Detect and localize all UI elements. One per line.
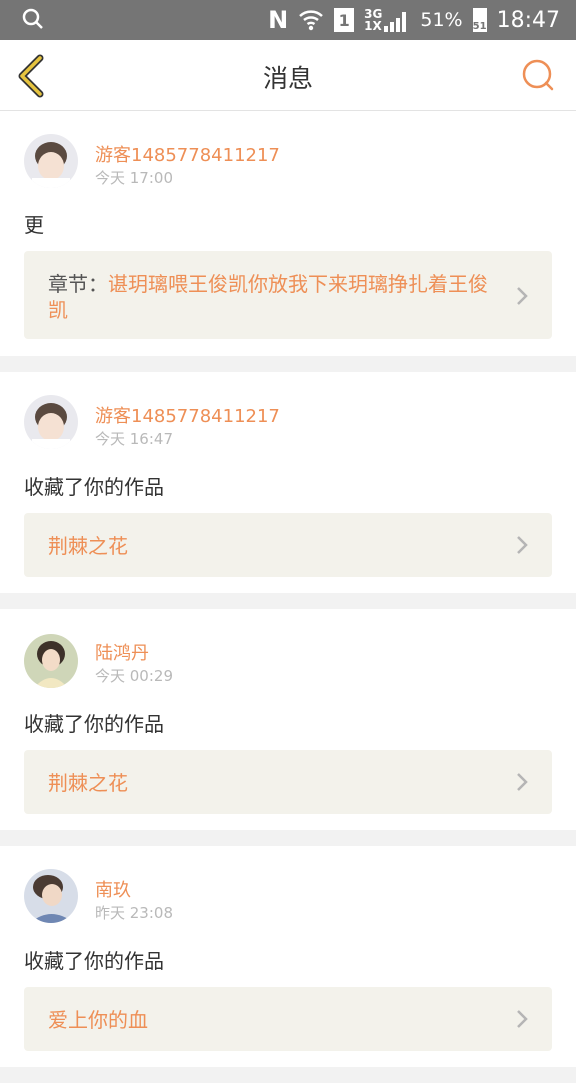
avatar[interactable] <box>24 634 78 688</box>
nfc-icon: N <box>268 6 289 34</box>
chat-bubble-icon <box>522 59 554 91</box>
message-card: 游客1485778411217 今天 16:47 收藏了你的作品 荆棘之花 <box>0 372 576 593</box>
work-link[interactable]: 荆棘之花 <box>24 750 552 814</box>
avatar[interactable] <box>24 869 78 923</box>
link-title: 爱上你的血 <box>48 1008 148 1032</box>
username[interactable]: 游客1485778411217 <box>95 141 280 167</box>
chat-bubble-button[interactable] <box>520 57 556 93</box>
search-icon <box>22 8 44 34</box>
link-title: 荆棘之花 <box>48 771 128 795</box>
message-text: 收藏了你的作品 <box>24 949 164 973</box>
message-card: 游客1485778411217 今天 17:00 更 章节：谌玥璃喂王俊凯你放我… <box>0 111 576 356</box>
wifi-icon <box>298 8 324 32</box>
timestamp: 今天 00:29 <box>95 667 173 685</box>
status-bar: N 1 3G 1X 51% 51 18:47 <box>0 0 576 40</box>
battery-level-label: 51 <box>472 21 487 32</box>
header: 消息 <box>0 40 576 111</box>
work-link[interactable]: 荆棘之花 <box>24 513 552 577</box>
link-title: 荆棘之花 <box>48 534 128 558</box>
chevron-right-icon <box>517 536 528 554</box>
chapter-link[interactable]: 章节：谌玥璃喂王俊凯你放我下来玥璃挣扎着王俊凯 <box>24 251 552 339</box>
link-prefix: 章节： <box>48 272 108 296</box>
message-text: 收藏了你的作品 <box>24 475 164 499</box>
timestamp: 今天 17:00 <box>95 169 173 187</box>
message-text: 更 <box>24 213 44 237</box>
avatar[interactable] <box>24 134 78 188</box>
chevron-right-icon <box>517 773 528 791</box>
username[interactable]: 陆鸿丹 <box>95 639 149 665</box>
sim-slot-icon: 1 <box>334 8 355 32</box>
work-link[interactable]: 爱上你的血 <box>24 987 552 1051</box>
chevron-right-icon <box>517 287 528 305</box>
timestamp: 昨天 23:08 <box>95 904 173 922</box>
battery-icon: 51 <box>472 8 487 32</box>
chevron-right-icon <box>517 1010 528 1028</box>
clock: 18:47 <box>496 7 560 33</box>
avatar[interactable] <box>24 395 78 449</box>
signal-icon: 3G 1X <box>364 8 410 32</box>
message-list: 游客1485778411217 今天 17:00 更 章节：谌玥璃喂王俊凯你放我… <box>0 111 576 1083</box>
username[interactable]: 南玖 <box>95 876 131 902</box>
message-card: 南玖 昨天 23:08 收藏了你的作品 爱上你的血 <box>0 846 576 1067</box>
page-title: 消息 <box>262 64 313 93</box>
battery-percent: 51% <box>420 9 463 31</box>
link-title: 谌玥璃喂王俊凯你放我下来玥璃挣扎着王俊凯 <box>48 272 488 322</box>
message-text: 收藏了你的作品 <box>24 712 164 736</box>
username[interactable]: 游客1485778411217 <box>95 402 280 428</box>
message-card: 陆鸿丹 今天 00:29 收藏了你的作品 荆棘之花 <box>0 609 576 830</box>
timestamp: 今天 16:47 <box>95 430 173 448</box>
net-1x-label: 1X <box>364 19 382 33</box>
